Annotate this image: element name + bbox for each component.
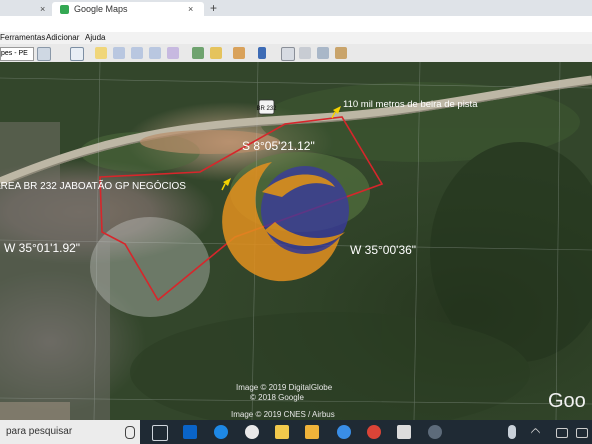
files-folder-icon[interactable] bbox=[305, 425, 319, 439]
view-in-maps-icon[interactable] bbox=[335, 47, 347, 59]
browser-tab-google-maps[interactable]: Google Maps × bbox=[52, 2, 204, 16]
tab-title: Google Maps bbox=[74, 4, 128, 14]
menu-bar: Ferramentas Adicionar Ajuda bbox=[0, 32, 592, 44]
save-image-icon[interactable] bbox=[317, 47, 329, 59]
path-icon[interactable] bbox=[131, 47, 143, 59]
email-icon[interactable] bbox=[281, 47, 295, 61]
taskbar-search-box[interactable]: para pesquisar bbox=[0, 420, 140, 444]
ie-icon[interactable] bbox=[337, 425, 351, 439]
imagery-credit-cnes: Image © 2019 CNES / Airbus bbox=[231, 410, 335, 419]
notifications-icon[interactable] bbox=[576, 428, 588, 438]
longitude-left-label: W 35°01'1.92" bbox=[4, 241, 80, 255]
browser-tab-previous[interactable]: × bbox=[0, 2, 52, 16]
google-logo: Goo bbox=[548, 390, 586, 412]
print-icon[interactable] bbox=[299, 47, 311, 59]
windows-taskbar: para pesquisar bbox=[0, 420, 592, 444]
file-explorer-icon[interactable] bbox=[275, 425, 289, 439]
menu-ferramentas[interactable]: Ferramentas bbox=[0, 32, 45, 44]
longitude-right-label: W 35°00'36" bbox=[350, 243, 416, 257]
chrome-icon[interactable] bbox=[367, 425, 381, 439]
display-icon[interactable] bbox=[556, 428, 568, 438]
tab-close-icon[interactable]: × bbox=[40, 2, 45, 16]
browser-tab-strip: × Google Maps × + bbox=[0, 0, 592, 16]
address-bar[interactable] bbox=[0, 16, 592, 33]
imagery-credit-digitalglobe: Image © 2019 DigitalGlobe bbox=[236, 383, 333, 392]
taskbar-search-placeholder: para pesquisar bbox=[6, 426, 73, 437]
camera-app-icon[interactable] bbox=[245, 425, 259, 439]
edge-icon[interactable] bbox=[214, 425, 228, 439]
store-icon[interactable] bbox=[397, 425, 411, 439]
outlook-icon[interactable] bbox=[183, 425, 197, 439]
map-overlay: BR 232 110 mil metros de beira de pista … bbox=[0, 62, 592, 420]
sun-icon[interactable] bbox=[210, 47, 222, 59]
ruler-icon[interactable] bbox=[258, 47, 266, 59]
search-icon[interactable] bbox=[37, 47, 51, 61]
watermark-logo bbox=[222, 162, 349, 282]
imagery-credit-google: © 2018 Google bbox=[250, 393, 304, 402]
latitude-label: S 8°05'21.12" bbox=[242, 139, 315, 153]
menu-adicionar[interactable]: Adicionar bbox=[46, 32, 79, 44]
new-tab-button[interactable]: + bbox=[210, 1, 217, 15]
earth-toolbar: pes - PE bbox=[0, 44, 592, 63]
placemark-pin-icon[interactable] bbox=[221, 178, 231, 191]
people-icon[interactable] bbox=[508, 425, 516, 439]
record-tour-icon[interactable] bbox=[167, 47, 179, 59]
road-frontage-label: 110 mil metros de beira de pista bbox=[343, 99, 478, 110]
menu-ajuda[interactable]: Ajuda bbox=[85, 32, 105, 44]
planets-icon[interactable] bbox=[233, 47, 245, 59]
google-maps-favicon-icon bbox=[60, 5, 69, 14]
cloud bbox=[90, 217, 210, 317]
chevron-up-icon[interactable] bbox=[530, 427, 541, 438]
road-shield-label: BR 232 bbox=[256, 106, 277, 112]
task-view-icon[interactable] bbox=[152, 425, 168, 441]
tab-close-icon[interactable]: × bbox=[188, 2, 193, 16]
historical-imagery-icon[interactable] bbox=[192, 47, 204, 59]
microphone-icon[interactable] bbox=[125, 426, 135, 439]
google-earth-icon[interactable] bbox=[428, 425, 442, 439]
polygon-icon[interactable] bbox=[113, 47, 125, 59]
search-input[interactable]: pes - PE bbox=[0, 47, 34, 61]
satellite-map[interactable]: BR 232 110 mil metros de beira de pista … bbox=[0, 62, 592, 420]
overlay-icon[interactable] bbox=[149, 47, 161, 59]
placemark-icon[interactable] bbox=[95, 47, 107, 59]
property-area-label: ÁREA BR 232 JABOATÃO GP NEGÓCIOS bbox=[0, 179, 186, 192]
sidebar-toggle-icon[interactable] bbox=[70, 47, 84, 61]
